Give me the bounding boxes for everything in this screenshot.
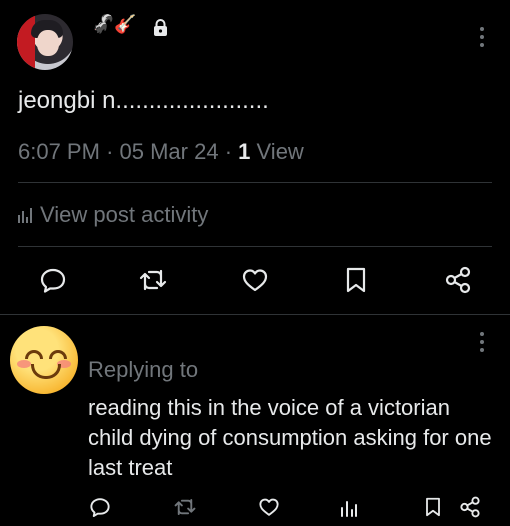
activity-label: View post activity [40, 202, 209, 227]
reply-reply-icon[interactable] [89, 496, 111, 518]
reply-views-chart-icon[interactable] [339, 496, 359, 518]
reply-like-heart-icon[interactable] [258, 496, 280, 518]
view-post-activity-link[interactable]: View post activity [18, 201, 208, 229]
replying-to-label: Replying to [88, 357, 199, 382]
reply-avatar-smiling-emoji-icon[interactable] [10, 326, 78, 394]
post-text: jeongbi n....................... [18, 87, 269, 114]
divider [18, 182, 492, 183]
author-badge-emojis: 🦨🎸 [92, 14, 137, 34]
reply-text: reading this in the voice of a victorian… [88, 395, 492, 480]
share-icon[interactable] [444, 266, 472, 294]
reply-more-options-icon[interactable] [479, 332, 485, 352]
bookmark-icon[interactable] [344, 266, 368, 294]
post-date[interactable]: 05 Mar 24 [120, 139, 219, 164]
views-label: View [256, 139, 304, 164]
repost-icon[interactable] [138, 266, 168, 294]
like-heart-icon[interactable] [241, 266, 269, 294]
reply-bookmark-icon[interactable] [424, 496, 442, 518]
more-options-icon[interactable] [479, 27, 485, 47]
reply-repost-icon[interactable] [173, 496, 197, 518]
divider [18, 246, 492, 247]
reply-share-icon[interactable] [459, 496, 481, 518]
post-time[interactable]: 6:07 PM [18, 139, 100, 164]
reply-icon[interactable] [39, 266, 67, 294]
lock-icon [153, 19, 168, 37]
activity-chart-icon [18, 207, 32, 223]
post-meta: 6:07 PM · 05 Mar 24 · 1 View [18, 139, 304, 164]
author-avatar[interactable] [17, 14, 73, 70]
views-count: 1 [238, 139, 251, 164]
divider [0, 314, 510, 315]
